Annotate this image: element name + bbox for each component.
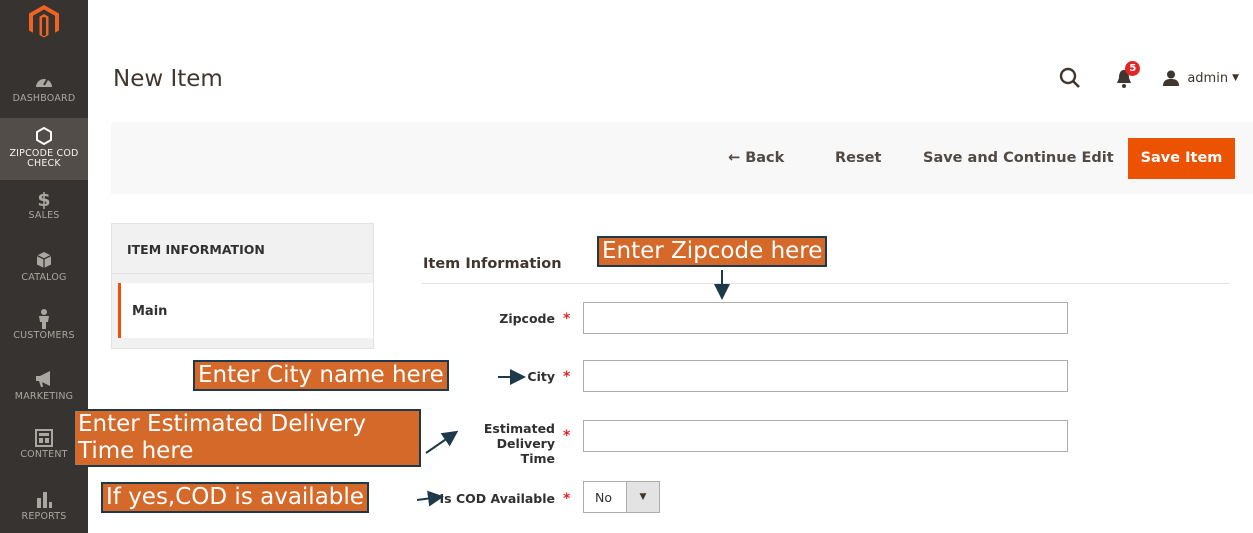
cod-arrow — [416, 490, 444, 507]
annotation-arrows — [416, 270, 730, 507]
estimated-delivery-arrow — [425, 430, 459, 454]
